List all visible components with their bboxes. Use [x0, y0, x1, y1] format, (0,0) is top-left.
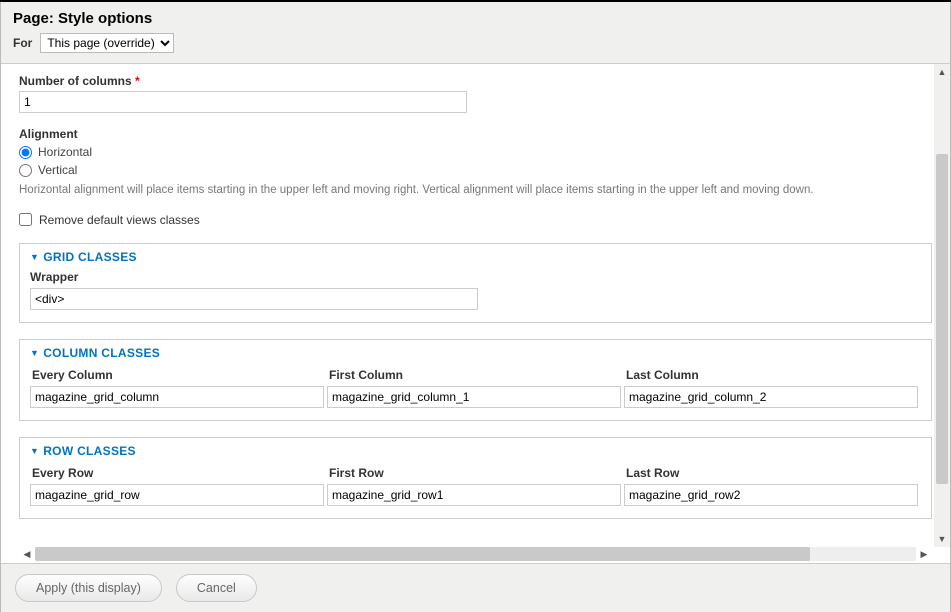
- row-every-input[interactable]: [30, 484, 324, 506]
- modal-header: Page: Style options For This page (overr…: [1, 2, 950, 64]
- alignment-vertical-radio[interactable]: [19, 164, 32, 177]
- row-last-input[interactable]: [624, 484, 918, 506]
- row-first-header: First Row: [327, 464, 624, 484]
- num-columns-input[interactable]: [19, 91, 467, 113]
- hscroll-thumb[interactable]: [35, 547, 810, 561]
- row-classes-table: Every Row First Row Last Row: [30, 464, 921, 506]
- caret-down-icon: ▼: [30, 446, 39, 456]
- wrapper-input[interactable]: [30, 288, 478, 310]
- alignment-horizontal-radio[interactable]: [19, 146, 32, 159]
- grid-classes-legend[interactable]: ▼ GRID CLASSES: [30, 250, 921, 264]
- alignment-vertical[interactable]: Vertical: [19, 163, 932, 177]
- scroll-content: Number of columns * Alignment Horizontal…: [1, 64, 950, 527]
- scroll-up-icon[interactable]: ▲: [934, 64, 950, 80]
- apply-button[interactable]: Apply (this display): [15, 574, 162, 602]
- wrapper-label: Wrapper: [30, 270, 921, 284]
- table-row: [30, 484, 921, 506]
- column-classes-table: Every Column First Column Last Column: [30, 366, 921, 408]
- for-row: For This page (override): [13, 33, 938, 53]
- remove-classes-row[interactable]: Remove default views classes: [19, 213, 932, 227]
- caret-down-icon: ▼: [30, 252, 39, 262]
- alignment-horizontal[interactable]: Horizontal: [19, 145, 932, 159]
- scroll-area: Number of columns * Alignment Horizontal…: [1, 64, 950, 547]
- for-label: For: [13, 36, 32, 50]
- row-every-header: Every Row: [30, 464, 327, 484]
- col-every-header: Every Column: [30, 366, 327, 386]
- col-first-input[interactable]: [327, 386, 621, 408]
- col-first-header: First Column: [327, 366, 624, 386]
- required-star: *: [135, 74, 140, 88]
- hscroll-track[interactable]: [35, 547, 916, 561]
- scroll-down-icon[interactable]: ▼: [934, 531, 950, 547]
- row-first-input[interactable]: [327, 484, 621, 506]
- row-last-header: Last Row: [624, 464, 921, 484]
- table-row: Every Row First Row Last Row: [30, 464, 921, 484]
- cancel-button[interactable]: Cancel: [176, 574, 257, 602]
- col-every-input[interactable]: [30, 386, 324, 408]
- num-columns-label: Number of columns *: [19, 74, 932, 88]
- caret-down-icon: ▼: [30, 348, 39, 358]
- col-last-header: Last Column: [624, 366, 921, 386]
- grid-classes-fieldset: ▼ GRID CLASSES Wrapper: [19, 243, 932, 323]
- row-classes-legend[interactable]: ▼ ROW CLASSES: [30, 444, 921, 458]
- vertical-scrollbar[interactable]: ▲ ▼: [934, 64, 950, 547]
- modal-title: Page: Style options: [13, 10, 938, 27]
- column-classes-legend[interactable]: ▼ COLUMN CLASSES: [30, 346, 921, 360]
- remove-classes-checkbox[interactable]: [19, 213, 32, 226]
- col-last-input[interactable]: [624, 386, 918, 408]
- style-options-modal: Page: Style options For This page (overr…: [0, 2, 951, 612]
- scroll-right-icon[interactable]: ▶: [916, 547, 932, 561]
- table-row: [30, 386, 921, 408]
- for-select[interactable]: This page (override): [40, 33, 174, 53]
- column-classes-fieldset: ▼ COLUMN CLASSES Every Column First Colu…: [19, 339, 932, 421]
- modal-footer: Apply (this display) Cancel: [1, 563, 950, 612]
- scroll-thumb[interactable]: [936, 154, 948, 484]
- row-classes-fieldset: ▼ ROW CLASSES Every Row First Row Last R…: [19, 437, 932, 519]
- alignment-label: Alignment: [19, 127, 932, 141]
- table-row: Every Column First Column Last Column: [30, 366, 921, 386]
- scroll-left-icon[interactable]: ◀: [19, 547, 35, 561]
- alignment-group: Horizontal Vertical: [19, 145, 932, 177]
- alignment-desc: Horizontal alignment will place items st…: [19, 183, 932, 199]
- horizontal-scrollbar[interactable]: ◀ ▶: [1, 547, 950, 563]
